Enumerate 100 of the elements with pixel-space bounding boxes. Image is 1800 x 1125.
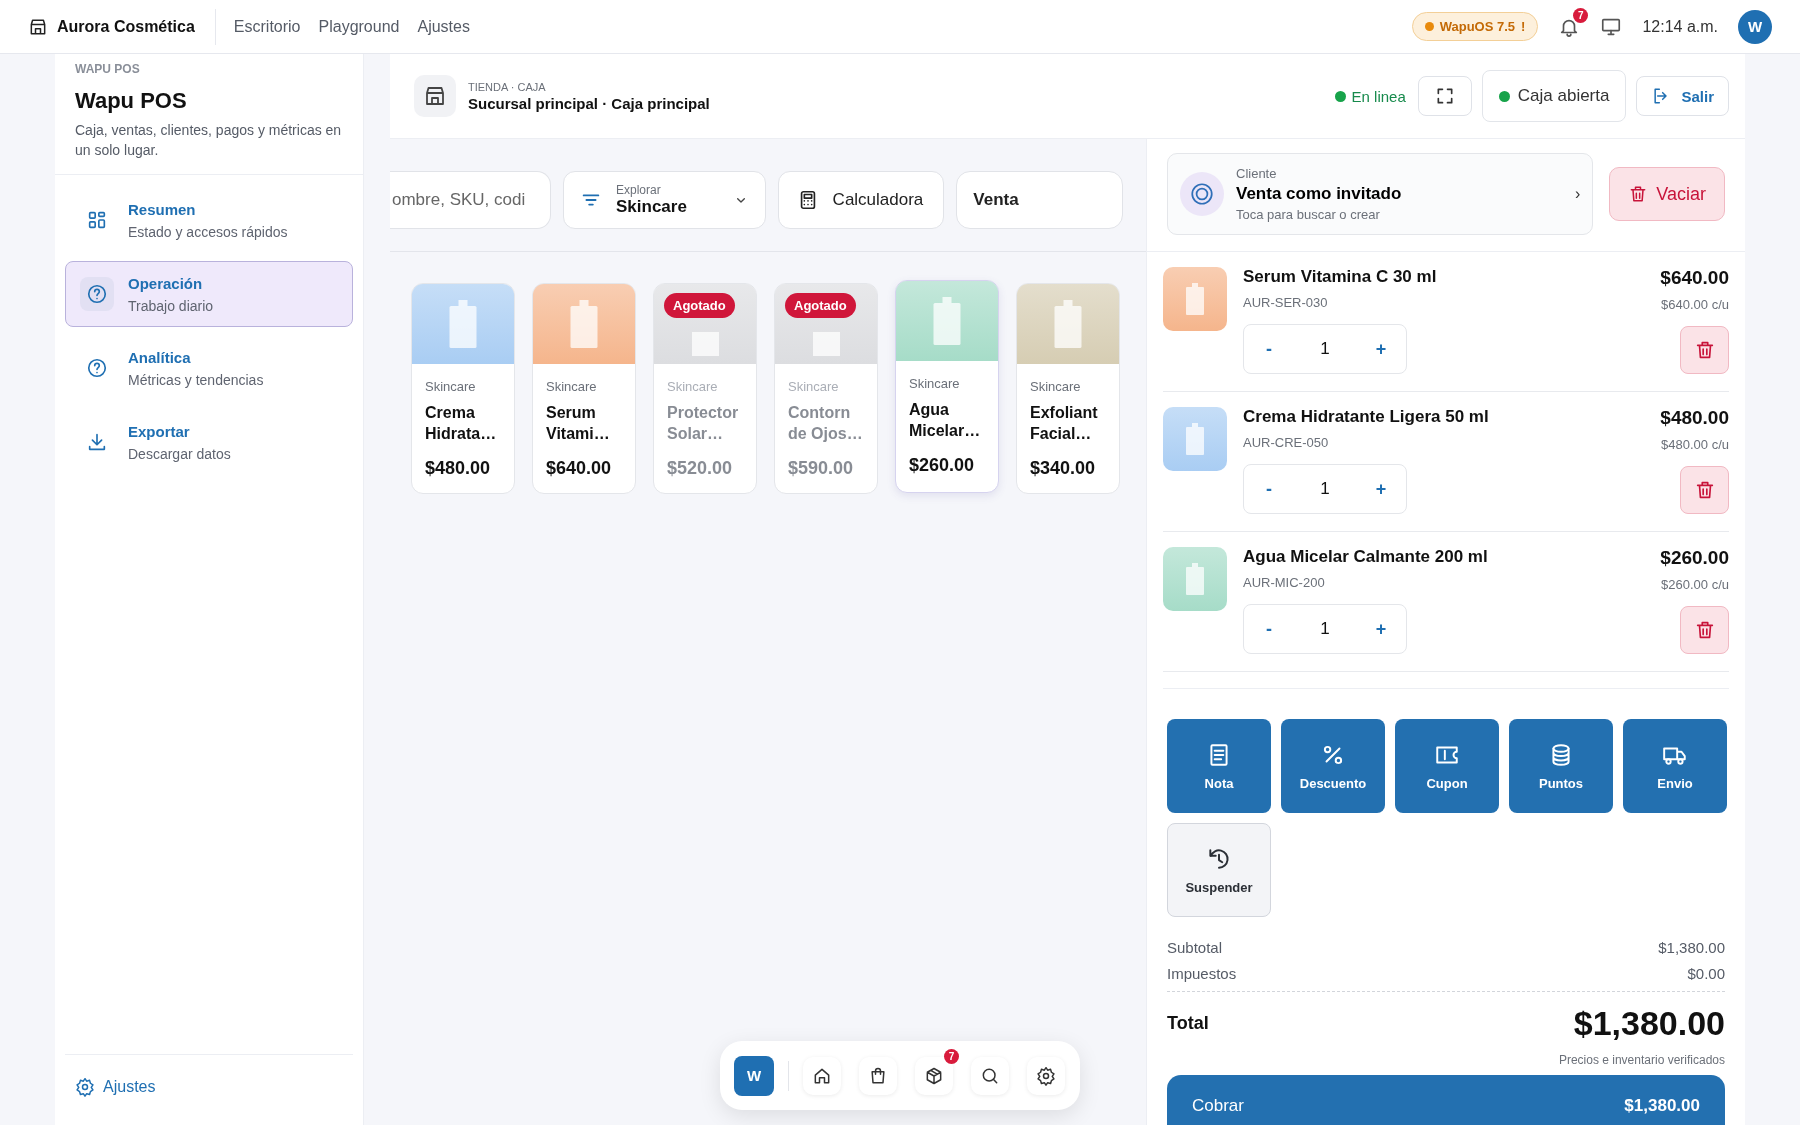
- charge-button[interactable]: Cobrar $1,380.00: [1167, 1075, 1725, 1125]
- quantity-value: 1: [1320, 619, 1330, 639]
- product-card[interactable]: Skincare Exfoliant Facial… $340.00: [1016, 283, 1120, 494]
- decrement-button[interactable]: -: [1254, 617, 1284, 641]
- sale-mode-button[interactable]: Venta: [956, 171, 1123, 229]
- item-sku: AUR-MIC-200: [1243, 575, 1326, 590]
- remove-item-button[interactable]: [1680, 326, 1729, 374]
- store-icon: [423, 84, 447, 108]
- nav-link[interactable]: Escritorio: [227, 11, 307, 42]
- user-avatar[interactable]: W: [1738, 9, 1772, 44]
- quantity-value: 1: [1320, 479, 1330, 499]
- item-total: $640.00: [1660, 267, 1729, 289]
- item-sku: AUR-CRE-050: [1243, 435, 1330, 450]
- item-total: $260.00: [1660, 547, 1729, 569]
- product-name: Agua Micelar…: [909, 400, 982, 441]
- total-label: Total: [1167, 1013, 1209, 1034]
- download-icon: [86, 431, 108, 453]
- increment-button[interactable]: +: [1366, 617, 1396, 641]
- clear-cart-button[interactable]: Vaciar: [1609, 167, 1725, 221]
- product-category: Skincare: [546, 379, 598, 394]
- remove-item-button[interactable]: [1680, 466, 1729, 514]
- out-of-stock-badge: Agotado: [785, 293, 856, 318]
- product-card[interactable]: Skincare Serum Vitami… $640.00: [532, 283, 636, 494]
- version-badge[interactable]: WapuOS 7.5 !: [1411, 12, 1539, 41]
- product-name: Serum Vitami…: [546, 403, 611, 444]
- bag-icon: [868, 1065, 888, 1086]
- settings-link[interactable]: Ajustes: [75, 1077, 156, 1097]
- total-value: $1,380.00: [1573, 1004, 1725, 1043]
- connection-status: En linea: [1334, 87, 1406, 105]
- dock-avatar-button[interactable]: W: [734, 1055, 774, 1096]
- increment-button[interactable]: +: [1366, 337, 1396, 361]
- target-icon: [1189, 181, 1215, 207]
- action-button[interactable]: Suspender: [1167, 823, 1271, 917]
- fullscreen-button[interactable]: [1417, 76, 1472, 116]
- quantity-value: 1: [1320, 339, 1330, 359]
- item-unit-price: $480.00 c/u: [1661, 437, 1729, 452]
- sidebar-item[interactable]: Analítica Métricas y tendencias: [65, 335, 353, 401]
- decrement-button[interactable]: -: [1254, 477, 1284, 501]
- settings-icon: [75, 1077, 95, 1097]
- box-icon: [924, 1065, 944, 1086]
- out-of-stock-badge: Agotado: [664, 293, 735, 318]
- product-name: Protector Solar…: [667, 403, 740, 444]
- help-icon: [86, 357, 108, 379]
- verification-note: Precios e inventario verificados: [1557, 1053, 1725, 1067]
- product-name: Exfoliant Facial…: [1030, 403, 1099, 444]
- product-category: Skincare: [788, 379, 840, 394]
- exit-button[interactable]: Salir: [1636, 76, 1729, 116]
- orders-button[interactable]: [859, 1056, 897, 1095]
- clock-time: 12:14 a.m.: [1642, 17, 1718, 36]
- sidebar-title: Wapu POS: [75, 88, 188, 114]
- product-name: Crema Hidrata…: [425, 403, 498, 444]
- subtotal-label: Subtotal: [1167, 939, 1223, 956]
- action-button[interactable]: Puntos: [1509, 719, 1613, 813]
- product-card[interactable]: Skincare Agua Micelar… $260.00: [895, 280, 999, 493]
- sidebar-item[interactable]: Exportar Descargar datos: [65, 409, 353, 475]
- product-price: $590.00: [788, 458, 855, 479]
- product-price: $340.00: [1030, 458, 1097, 479]
- decrement-button[interactable]: -: [1254, 337, 1284, 361]
- sidebar-item[interactable]: Operación Trabajo diario: [65, 261, 353, 327]
- action-button[interactable]: Cupon: [1395, 719, 1499, 813]
- tax-label: Impuestos: [1167, 965, 1237, 982]
- calculator-button[interactable]: Calculadora: [777, 171, 945, 229]
- item-name: Serum Vitamina C 30 ml: [1243, 267, 1438, 287]
- action-button[interactable]: Descuento: [1281, 719, 1385, 813]
- grid-icon: [86, 209, 108, 231]
- sidebar-item[interactable]: Resumen Estado y accesos rápidos: [65, 187, 353, 253]
- help-icon: [86, 283, 108, 305]
- settings-button[interactable]: [1027, 1056, 1065, 1095]
- product-card[interactable]: Skincare Crema Hidrata… $480.00: [411, 283, 515, 494]
- nav-link[interactable]: Playground: [312, 11, 406, 42]
- inventory-count: 7: [944, 1048, 959, 1064]
- increment-button[interactable]: +: [1366, 477, 1396, 501]
- product-category: Skincare: [909, 376, 961, 391]
- remove-item-button[interactable]: [1680, 606, 1729, 654]
- home-button[interactable]: [803, 1056, 841, 1095]
- item-total: $480.00: [1660, 407, 1729, 429]
- item-name: Crema Hidratante Ligera 50 ml: [1243, 407, 1490, 427]
- store-location: Sucursal principal · Caja principal: [468, 94, 710, 112]
- search-button[interactable]: [971, 1056, 1009, 1095]
- category-dropdown[interactable]: Explorar Skincare: [563, 171, 766, 229]
- item-unit-price: $640.00 c/u: [1661, 297, 1729, 312]
- settings-icon: [1036, 1065, 1056, 1086]
- nav-link[interactable]: Ajustes: [411, 11, 476, 42]
- item-sku: AUR-SER-030: [1243, 295, 1329, 310]
- client-selector[interactable]: Cliente Venta como invitado Toca para buscar o crear ›: [1167, 153, 1594, 235]
- register-status: Caja abierta: [1481, 70, 1627, 122]
- action-button[interactable]: Nota: [1167, 719, 1271, 813]
- sidebar-eyebrow: WAPU POS: [75, 62, 141, 76]
- product-category: Skincare: [1030, 379, 1082, 394]
- product-card[interactable]: Agotado Skincare Protector Solar… $520.00: [653, 283, 757, 494]
- action-button[interactable]: Envio: [1623, 719, 1727, 813]
- search-field[interactable]: ombre, SKU, codi: [390, 171, 551, 229]
- item-unit-price: $260.00 c/u: [1661, 577, 1729, 592]
- subtotal-value: $1,380.00: [1658, 939, 1725, 956]
- product-price: $640.00: [546, 458, 613, 479]
- item-name: Agua Micelar Calmante 200 ml: [1243, 547, 1489, 567]
- product-name: Contorn de Ojos…: [788, 403, 864, 444]
- product-price: $520.00: [667, 458, 734, 479]
- product-card[interactable]: Agotado Skincare Contorn de Ojos… $590.00: [774, 283, 878, 494]
- header-eyebrow: TIENDA · CAJA: [468, 80, 547, 93]
